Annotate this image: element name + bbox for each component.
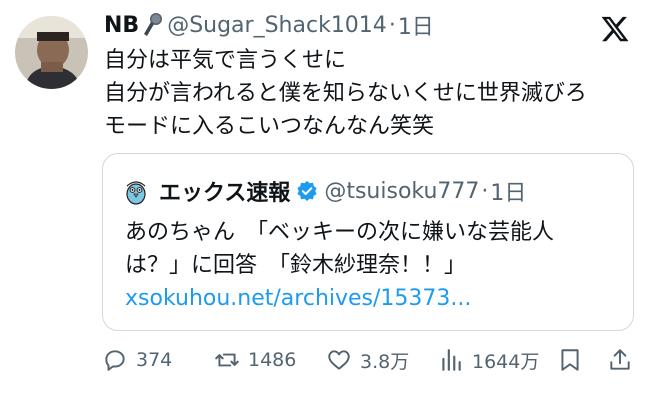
quoted-author-handle[interactable]: @tsuisoku777 [324, 179, 479, 204]
repost-button[interactable]: 1486 [214, 342, 296, 378]
tweet-line: 自分は平気で言うくせに [104, 48, 347, 73]
x-logo-icon[interactable] [600, 14, 630, 44]
quoted-author-avatar[interactable] [121, 176, 151, 206]
tweet-text: 自分は平気で言うくせに 自分が言われると僕を知らないくせに世界滅びろ モードに入… [104, 44, 587, 143]
share-button[interactable] [607, 342, 641, 378]
microphone-icon [141, 12, 163, 38]
like-count: 3.8万 [360, 350, 410, 373]
like-button[interactable]: 3.8万 [326, 342, 409, 378]
repost-count: 1486 [248, 349, 297, 371]
quoted-tweet-time[interactable]: 1日 [490, 175, 526, 207]
meta-separator: · [388, 12, 396, 38]
views-button[interactable]: 1644万 [438, 342, 539, 378]
quoted-tweet-header: エックス速報 @tsuisoku777 · 1日 [121, 176, 526, 206]
tweet-time[interactable]: 1日 [398, 9, 434, 41]
author-handle[interactable]: @Sugar_Shack1014 [167, 13, 387, 38]
repost-icon [215, 353, 239, 367]
author-name[interactable]: NB [104, 13, 139, 38]
bookmark-icon [561, 349, 579, 371]
reply-button[interactable]: 374 [102, 342, 172, 378]
quoted-line: は？」に回答 「鈴木紗理奈！！」 [125, 253, 467, 278]
action-bar: 374 1486 3.8万 1644万 [102, 342, 634, 378]
like-icon [328, 350, 350, 370]
reply-icon [105, 350, 125, 371]
share-icon [610, 349, 630, 370]
view-count: 1644万 [472, 350, 540, 373]
quoted-author-name[interactable]: エックス速報 [159, 175, 290, 207]
quoted-tweet-card[interactable]: エックス速報 @tsuisoku777 · 1日 あのちゃん 「ベッキーの次に嫌… [102, 153, 634, 331]
quoted-meta-separator: · [481, 178, 489, 204]
quoted-tweet-text: あのちゃん 「ベッキーの次に嫌いな芸能人 は？」に回答 「鈴木紗理奈！！」 xs… [125, 216, 554, 315]
tweet-line: モードに入るこいつなんなん笑笑 [104, 114, 435, 139]
verified-badge-icon [296, 180, 318, 202]
quoted-link[interactable]: xsokuhou.net/archives/15373... [125, 282, 554, 315]
reply-count: 374 [136, 349, 173, 371]
tweet-header: NB @Sugar_Shack1014 · 1日 [104, 9, 434, 41]
views-icon [442, 349, 461, 371]
author-avatar[interactable] [15, 16, 88, 89]
bookmark-button[interactable] [557, 342, 591, 378]
quoted-line: あのちゃん 「ベッキーの次に嫌いな芸能人 [125, 220, 555, 245]
tweet-line: 自分が言われると僕を知らないくせに世界滅びろ [104, 81, 587, 106]
